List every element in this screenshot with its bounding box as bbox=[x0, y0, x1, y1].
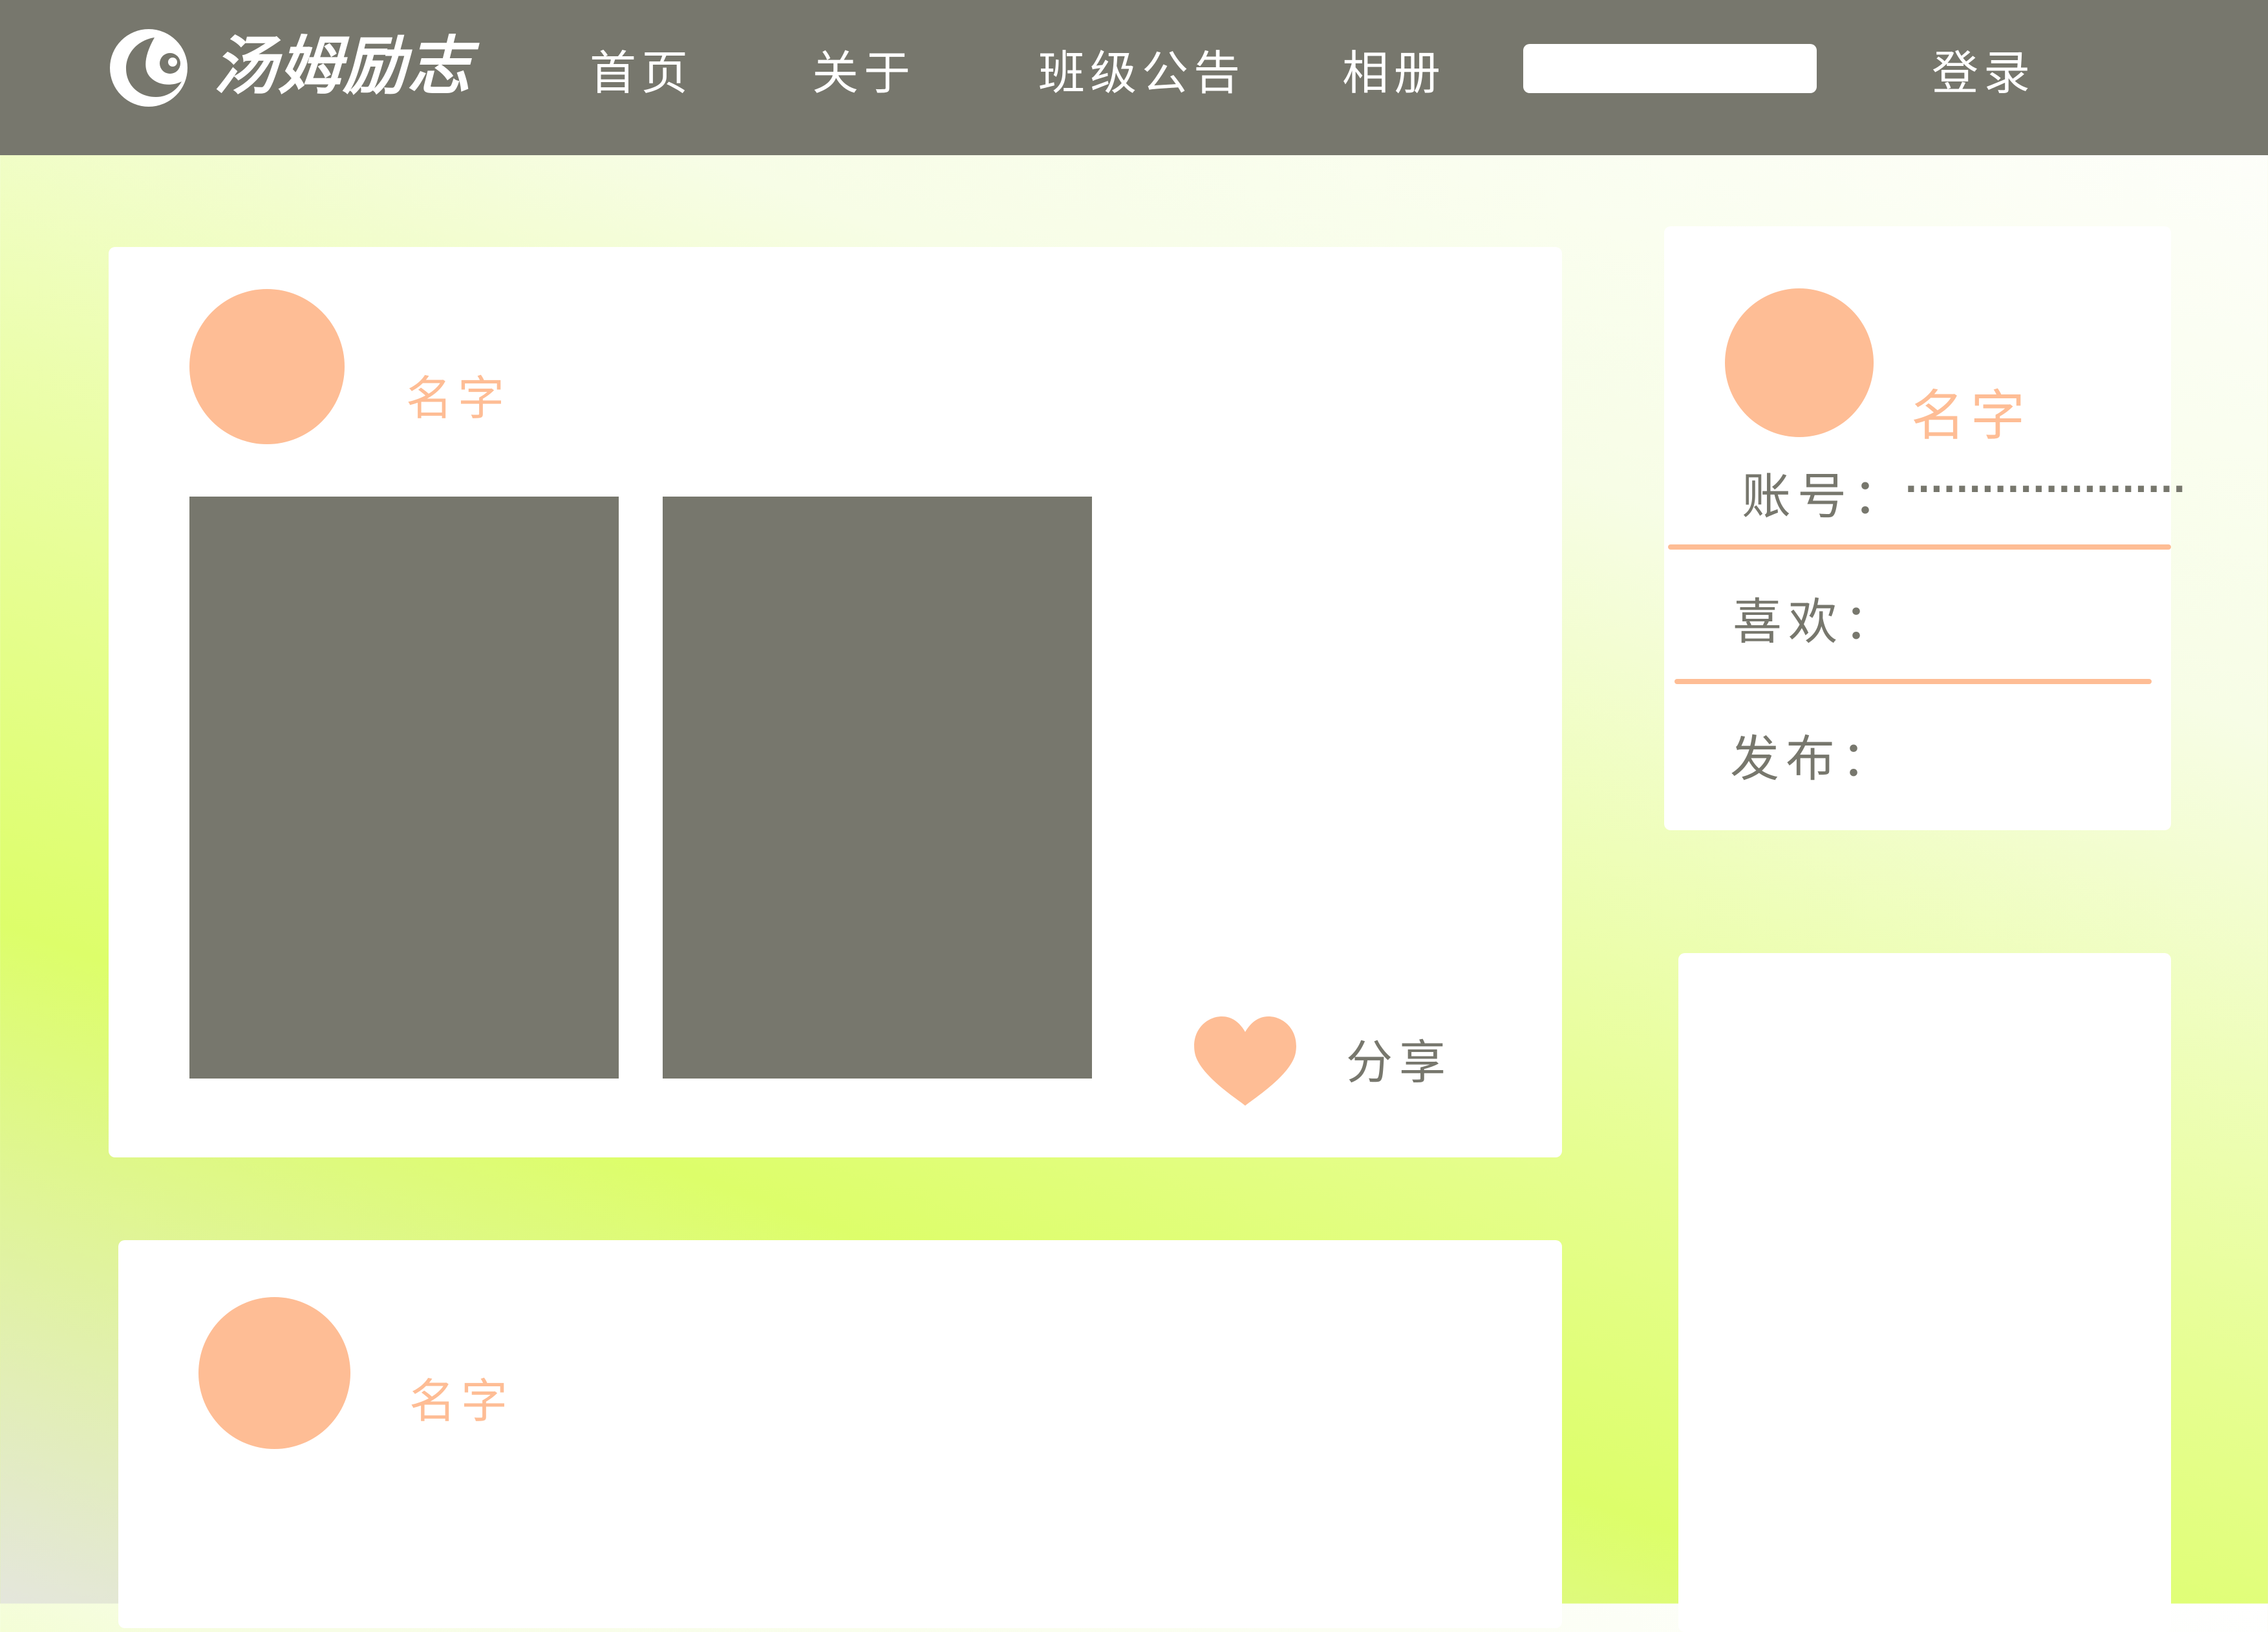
account-value: ...................... bbox=[1905, 462, 2186, 500]
avatar[interactable] bbox=[189, 289, 345, 444]
post-author-name[interactable]: 名字 bbox=[406, 360, 509, 428]
profile-card: 名字 账号： ...................... 喜欢： 发布： bbox=[1664, 226, 2186, 830]
login-button[interactable]: 登录 bbox=[1932, 38, 2035, 109]
heart-icon[interactable] bbox=[1192, 1015, 1298, 1107]
post-author-name[interactable]: 名字 bbox=[409, 1363, 513, 1431]
posts-label[interactable]: 发布： bbox=[1730, 719, 1897, 790]
post-photo[interactable] bbox=[189, 497, 619, 1079]
post-card: 名字 分享 bbox=[109, 247, 1562, 1157]
post-card: 名字 bbox=[118, 1240, 1562, 1628]
logo-text[interactable]: 汤姆励志 bbox=[213, 31, 472, 102]
profile-name: 名字 bbox=[1911, 384, 2031, 447]
nav-item-about[interactable]: 关于 bbox=[812, 38, 915, 109]
nav-item-album[interactable]: 相册 bbox=[1342, 38, 1446, 109]
search-input[interactable] bbox=[1523, 44, 1817, 93]
post-photo[interactable] bbox=[663, 497, 1092, 1079]
avatar[interactable] bbox=[198, 1297, 350, 1449]
share-button[interactable]: 分享 bbox=[1346, 1024, 1452, 1092]
account-label: 账号： bbox=[1742, 467, 1909, 525]
divider bbox=[1674, 679, 2152, 684]
divider bbox=[1668, 544, 2171, 550]
profile-avatar[interactable] bbox=[1725, 288, 1874, 437]
likes-label[interactable]: 喜欢： bbox=[1733, 582, 1899, 653]
nav-item-home[interactable]: 首页 bbox=[590, 38, 693, 109]
nav-item-class-notice[interactable]: 班级公告 bbox=[1038, 38, 1245, 109]
top-nav-bar: 汤姆励志 首页 关于 班级公告 相册 登录 bbox=[0, 0, 2268, 155]
side-panel-card bbox=[1678, 953, 2171, 1632]
logo-icon[interactable] bbox=[107, 26, 191, 110]
